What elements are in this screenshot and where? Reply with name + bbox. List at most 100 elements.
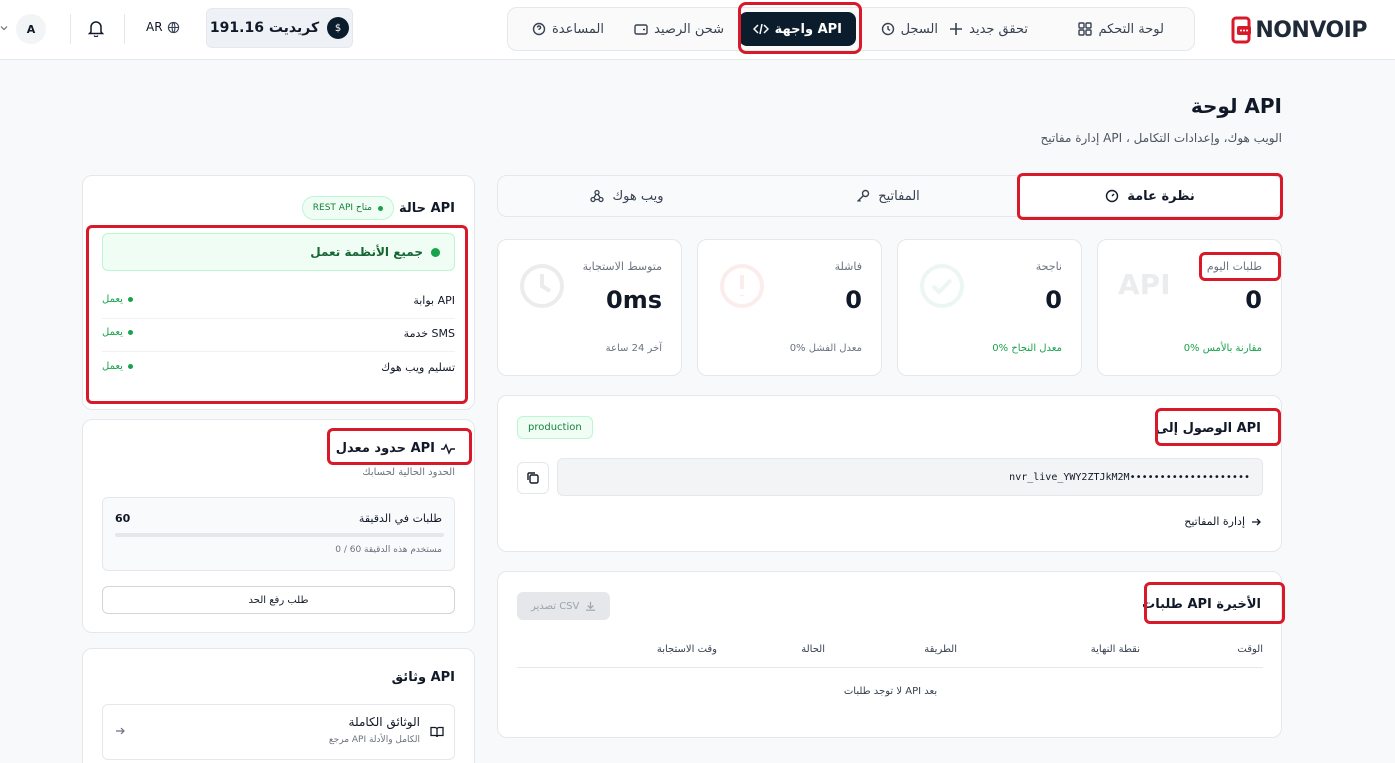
nav-topup-label: شحن الرصيد <box>654 21 724 37</box>
nav-history[interactable]: السجل <box>881 8 938 50</box>
table-header: الوقت نقطة النهاية الطريقة الحالة وقت ال… <box>517 638 1263 668</box>
tab-webhook[interactable]: ويب هوك <box>497 176 757 216</box>
rate-limit-max: 60 <box>115 512 131 525</box>
stat-card-failed: فاشلة 0 0% معدل الفشل <box>697 239 882 376</box>
rate-limit-label: طلبات في الدقيقة <box>358 512 442 525</box>
brand-logo[interactable]: NONVOIP <box>1231 14 1367 46</box>
grid-icon <box>1078 22 1093 36</box>
nav-history-label: السجل <box>900 21 938 37</box>
env-badge: production <box>517 416 593 439</box>
stat-today-highlight <box>1199 252 1281 281</box>
nav-api-highlight <box>738 2 862 54</box>
book-icon <box>430 725 444 739</box>
nav-help-label: المساعدة <box>551 21 604 37</box>
divider <box>70 14 71 44</box>
copy-icon <box>526 471 540 485</box>
tab-webhook-label: ويب هوك <box>612 188 664 204</box>
stat-value: 0 <box>1045 286 1062 314</box>
stat-note: 0% مقارنة بالأمس <box>1183 343 1262 354</box>
docs-item-subtitle: مرجع API الكامل والأدلة <box>328 735 420 745</box>
rest-api-badge-label: REST API متاح <box>312 203 372 213</box>
api-docs-card: وثائق API الوثائق الكاملة مرجع API الكام… <box>82 648 475 763</box>
rate-limits-subtitle: الحدود الحالية لحسابك <box>362 467 455 478</box>
avatar[interactable]: A <box>16 14 46 44</box>
clock-icon <box>518 262 566 313</box>
divider <box>124 14 125 44</box>
export-csv-button[interactable]: تصدير CSV <box>517 592 611 620</box>
api-watermark: API <box>1118 268 1171 301</box>
chevron-down-icon[interactable] <box>0 24 8 32</box>
col-method: الطريقة <box>924 644 957 655</box>
webhook-icon <box>590 189 605 203</box>
history-icon <box>881 22 895 36</box>
dollar-icon: $ <box>327 17 350 39</box>
balance-chip[interactable]: 191.16 كريديت $ <box>206 8 353 48</box>
nav-new-verify[interactable]: تحقق جديد <box>949 8 1028 50</box>
col-status: الحالة <box>801 644 825 655</box>
api-status-highlight <box>86 225 468 404</box>
api-status-title: حالة API <box>399 201 455 216</box>
docs-item-title: الوثائق الكاملة <box>348 715 420 729</box>
key-icon <box>856 189 870 203</box>
status-dot <box>378 205 383 211</box>
nav-topup[interactable]: شحن الرصيد <box>634 8 724 50</box>
brand-logo-text: NONVOIP <box>1255 17 1367 43</box>
wallet-icon <box>634 22 648 36</box>
col-response-time: وقت الاستجابة <box>656 644 717 655</box>
nav-new-verify-label: تحقق جديد <box>969 21 1028 37</box>
manage-keys-label: إدارة المفاتيح <box>1184 515 1245 528</box>
globe-icon <box>167 21 180 34</box>
arrow-right-icon <box>115 726 125 736</box>
stat-note: 0% معدل الفشل <box>789 343 862 354</box>
request-limit-increase-button[interactable]: طلب رفع الحد <box>102 586 455 614</box>
avatar-initial: A <box>26 22 36 36</box>
balance-value: 191.16 كريديت <box>209 20 320 36</box>
export-csv-label: تصدير CSV <box>531 600 580 612</box>
stat-value: 0 <box>845 286 862 314</box>
plus-icon <box>949 22 963 36</box>
page-subtitle: إدارة مفاتيح API ، الويب هوك، وإعدادات ا… <box>1040 131 1282 145</box>
stat-note: آخر 24 ساعة <box>605 343 662 354</box>
stat-label: فاشلة <box>834 260 862 273</box>
copy-button[interactable] <box>517 462 549 494</box>
stat-card-latency: متوسط الاستجابة 0ms آخر 24 ساعة <box>497 239 682 376</box>
nav-help[interactable]: المساعدة <box>532 8 604 50</box>
stat-card-success: ناجحة 0 0% معدل النجاح <box>897 239 1082 376</box>
col-time: الوقت <box>1237 644 1263 655</box>
stat-value: 0 <box>1245 286 1262 314</box>
rate-limit-progress <box>115 533 444 537</box>
rest-api-badge: REST API متاح <box>301 196 394 220</box>
rate-limits-highlight <box>327 428 472 465</box>
stat-label: ناجحة <box>1035 260 1062 273</box>
stat-label: متوسط الاستجابة <box>582 260 662 273</box>
request-limit-increase-label: طلب رفع الحد <box>248 594 309 606</box>
manage-keys-link[interactable]: إدارة المفاتيح <box>1184 515 1261 528</box>
docs-item-full[interactable]: الوثائق الكاملة مرجع API الكامل والأدلة <box>102 704 455 760</box>
api-key-field[interactable]: nvr_live_YWY2ZTJkM2M•••••••••••••••••••• <box>557 458 1263 496</box>
tab-keys[interactable]: المفاتيح <box>757 176 1019 216</box>
tab-overview-highlight <box>1017 173 1283 220</box>
nav-dashboard-label: لوحة التحكم <box>1098 21 1164 37</box>
language-switch[interactable]: AR <box>146 20 180 34</box>
bell-icon[interactable] <box>88 19 104 37</box>
top-bar: NONVOIP لوحة التحكم تحقق جديد السجل واجه… <box>0 0 1395 60</box>
check-circle-icon <box>918 262 966 313</box>
phone-chat-icon <box>1231 16 1253 44</box>
empty-state: لا توجد طلبات API بعد <box>843 686 938 697</box>
rate-limit-usage: 0 / 60 مستخدم هذه الدقيقة <box>335 545 442 555</box>
help-circle-icon <box>532 22 546 36</box>
language-label: AR <box>146 20 163 34</box>
api-docs-title: وثائق API <box>391 670 455 685</box>
api-key-value: nvr_live_YWY2ZTJkM2M•••••••••••••••••••• <box>1009 471 1250 483</box>
stat-value: 0ms <box>606 286 662 314</box>
nav-dashboard[interactable]: لوحة التحكم <box>1078 8 1164 50</box>
alert-circle-icon <box>718 262 766 313</box>
arrow-right-icon <box>1251 517 1261 527</box>
stat-note: 0% معدل النجاح <box>992 343 1062 354</box>
api-access-highlight <box>1155 408 1281 446</box>
tab-keys-label: المفاتيح <box>878 188 920 204</box>
download-icon <box>585 601 596 612</box>
col-endpoint: نقطة النهاية <box>1090 644 1140 655</box>
page-title: لوحة API <box>1190 94 1282 118</box>
recent-requests-highlight <box>1144 582 1285 624</box>
